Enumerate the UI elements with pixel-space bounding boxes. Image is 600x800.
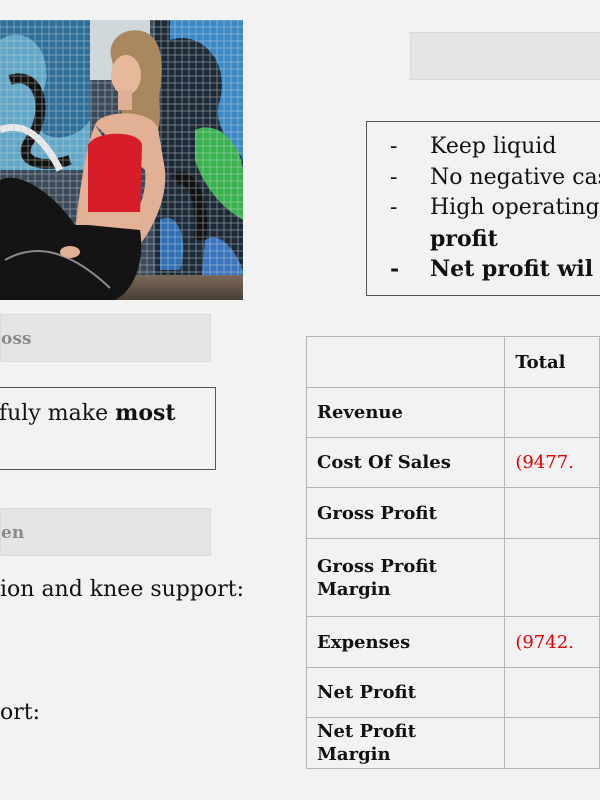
photo-woman-graffiti-wall xyxy=(0,20,243,300)
text-box-1-content: fuly make most xyxy=(0,400,176,426)
row-label: Net Profit Margin xyxy=(305,717,506,769)
row-value xyxy=(504,667,600,718)
support-line-1: ion and knee support: xyxy=(0,577,244,602)
section-header-bar-2: en xyxy=(0,508,211,556)
row-value xyxy=(504,717,600,769)
bullet-dash: - xyxy=(390,134,398,159)
table-row: Revenue xyxy=(305,387,600,438)
table-row: Gross Profit Margin xyxy=(305,538,600,617)
table-header-empty xyxy=(305,336,506,388)
top-right-bar xyxy=(410,32,600,80)
bullet-list: - Keep liquid - No negative cas - High o… xyxy=(390,132,600,285)
row-value: (9742. xyxy=(504,616,600,668)
bullet-dash: - xyxy=(390,256,400,282)
table-row: Expenses (9742. xyxy=(305,616,600,668)
text-box-1: fuly make most xyxy=(0,387,216,470)
bullet-dash: - xyxy=(390,164,398,190)
table-row: Gross Profit xyxy=(305,487,600,539)
table-row: Cost Of Sales (9477. xyxy=(305,437,600,488)
table-row: Net Profit Margin xyxy=(305,717,600,769)
bullet-item-continuation: profit xyxy=(430,225,498,252)
bullet-dash: - xyxy=(390,195,398,220)
section-header-1-text: oss xyxy=(1,329,32,349)
row-label: Revenue xyxy=(305,387,506,438)
row-label: Cost Of Sales xyxy=(305,437,506,488)
row-value xyxy=(504,538,600,617)
row-label: Net Profit xyxy=(305,667,506,718)
bullet-item: - Keep liquid xyxy=(390,132,600,163)
row-value xyxy=(504,487,600,539)
table-row: Net Profit xyxy=(305,667,600,718)
row-label: Expenses xyxy=(305,616,506,668)
bullet-item: - High operating xyxy=(390,193,600,224)
row-label: Gross Profit Margin xyxy=(305,538,506,617)
hero-photo xyxy=(0,20,243,300)
row-label: Gross Profit xyxy=(305,487,506,539)
section-header-bar-1: oss xyxy=(0,314,211,362)
section-header-2-text: en xyxy=(1,523,25,543)
table-header-row: Total xyxy=(305,336,600,388)
financial-table: Total Revenue Cost Of Sales (9477. Gross… xyxy=(305,336,600,769)
row-value: (9477. xyxy=(504,437,600,488)
support-line-2: ort: xyxy=(0,700,41,725)
bullet-item: - No negative cas xyxy=(390,163,600,194)
row-value xyxy=(504,387,600,438)
table-header-total: Total xyxy=(504,336,600,388)
bullet-item: - Net profit wil xyxy=(390,254,600,285)
